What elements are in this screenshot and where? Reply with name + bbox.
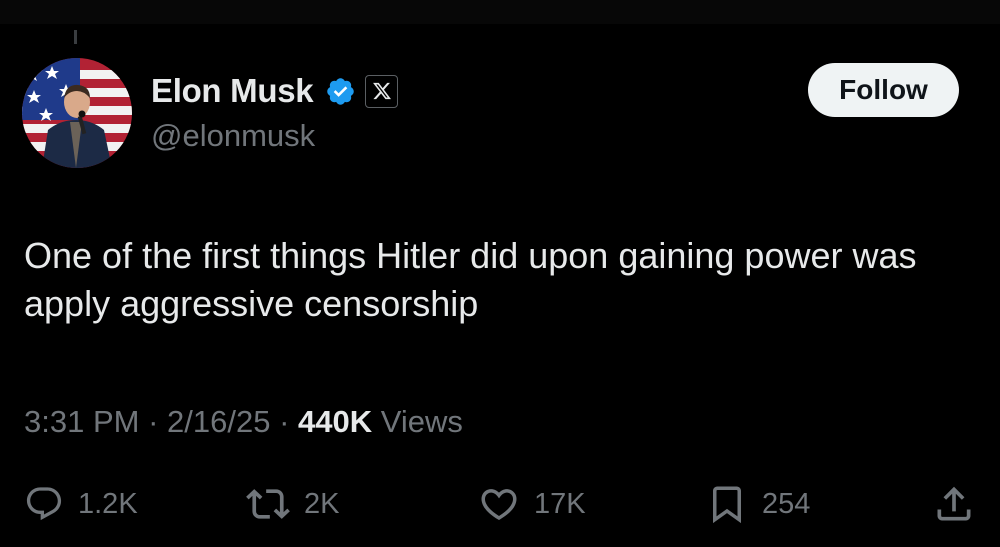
author-name-row: Elon Musk [151,70,399,112]
verified-badge-icon [325,76,356,107]
avatar[interactable] [22,58,132,168]
follow-button[interactable]: Follow [808,63,959,117]
tweet-text: One of the first things Hitler did upon … [24,235,917,324]
heart-icon [481,489,517,521]
reply-icon [26,487,62,521]
tweet-date[interactable]: 2/16/25 [167,404,270,439]
avatar-image [22,58,132,168]
author-handle[interactable]: @elonmusk [151,118,315,154]
bookmark-button[interactable]: 254 [706,482,810,526]
repost-button[interactable]: 2K [246,482,339,526]
views-count: 440K [298,404,373,439]
like-button[interactable]: 17K [478,482,586,526]
repost-count: 2K [304,487,340,520]
reply-count: 1.2K [78,487,138,520]
x-logo-icon [365,74,399,108]
views-label: Views [372,404,463,439]
thread-connector-line [74,30,77,44]
tweet-time[interactable]: 3:31 PM [24,404,139,439]
repost-icon [246,489,290,519]
author-display-name[interactable]: Elon Musk [151,72,314,110]
top-strip [0,0,1000,24]
bookmark-count: 254 [762,487,811,520]
bookmark-icon [713,486,741,524]
meta-separator: · [270,404,299,439]
tweet-meta: 3:31 PM · 2/16/25 · 440K Views [24,404,463,440]
reply-button[interactable]: 1.2K [24,482,138,526]
share-button[interactable] [932,482,976,526]
share-icon [937,486,971,521]
like-count: 17K [534,487,586,520]
meta-separator: · [139,404,168,439]
